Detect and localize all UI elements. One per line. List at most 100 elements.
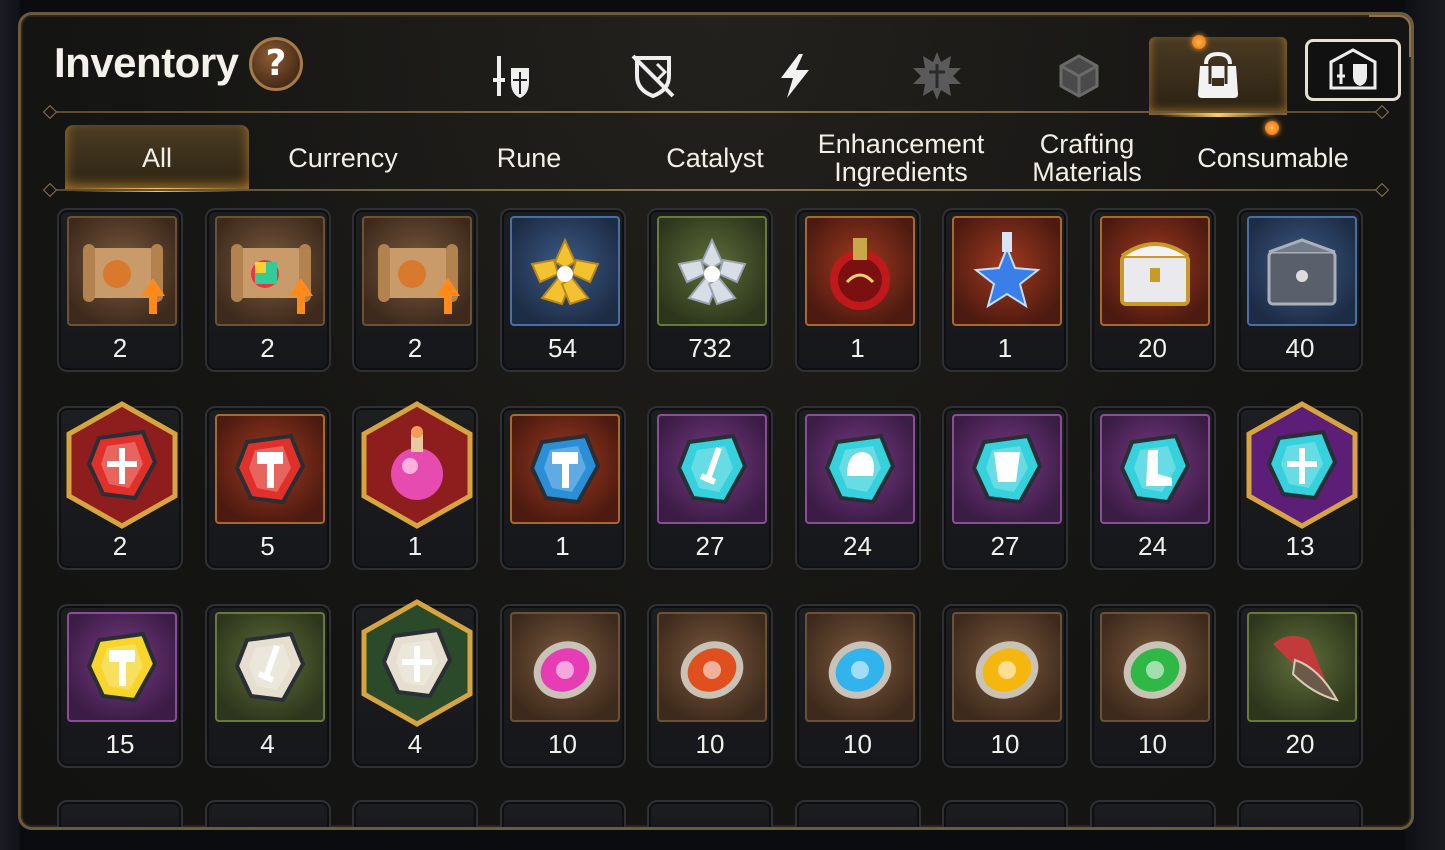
item-icon-frame: [1099, 414, 1210, 524]
yellow-orb-icon: [975, 641, 1039, 699]
item-slot[interactable]: 13: [1237, 401, 1363, 570]
item-icon-frame: [657, 414, 767, 524]
item-count: 54: [548, 333, 577, 363]
item-count: 1: [997, 333, 1013, 363]
tab-all[interactable]: All: [65, 125, 249, 192]
item-icon-frame: [804, 612, 915, 722]
pink-potion-icon: [361, 401, 473, 529]
item-slot[interactable]: 10: [1089, 604, 1216, 768]
inventory-panel: Inventory ? All Currency Rune Catalyst E…: [18, 12, 1414, 830]
item-slot[interactable]: 15: [57, 604, 183, 768]
tab-bag[interactable]: [1149, 37, 1287, 117]
item-icon-frame: [804, 414, 915, 524]
red-gem-cross-icon: [66, 401, 178, 529]
tab-currency[interactable]: Currency: [251, 125, 435, 191]
tab-enhancement-ingredients[interactable]: Enhancement Ingredients: [809, 125, 993, 191]
item-slot[interactable]: 732: [647, 208, 773, 372]
item-slot[interactable]: 1: [794, 208, 921, 372]
item-count: 10: [695, 729, 725, 759]
item-icon-frame: [356, 400, 478, 530]
tab-gear[interactable]: [451, 37, 571, 115]
help-button[interactable]: ?: [249, 37, 303, 91]
item-slot[interactable]: 4: [204, 604, 331, 768]
item-icon-frame: [952, 612, 1062, 722]
white-stone-star-icon: [361, 599, 473, 727]
item-count: 10: [843, 729, 872, 759]
tab-catalyst[interactable]: Catalyst: [623, 125, 807, 191]
spiky-emblem-icon: [913, 52, 961, 100]
item-slot-partial[interactable]: [942, 800, 1068, 827]
item-slot[interactable]: 1: [352, 401, 478, 570]
item-slot[interactable]: 10: [647, 604, 773, 768]
item-slot-partial[interactable]: [647, 800, 773, 827]
item-icon-frame: [214, 612, 325, 722]
star-potion-icon: [973, 232, 1041, 309]
item-slot[interactable]: 24: [794, 406, 921, 570]
item-icon-frame: [67, 216, 177, 326]
tab-rune[interactable]: Rune: [437, 125, 621, 191]
category-divider: [42, 182, 1390, 198]
item-count: 15: [105, 729, 135, 759]
tab-guild[interactable]: [1305, 39, 1401, 101]
item-slot-partial[interactable]: [794, 800, 921, 827]
item-icon-frame: [1247, 612, 1357, 722]
category-tab-bar: All Currency Rune Catalyst Enhancement I…: [51, 125, 1391, 192]
white-stone-sword-icon: [234, 631, 305, 703]
tab-boxes[interactable]: [1019, 37, 1139, 115]
item-slot-partial[interactable]: [1089, 800, 1216, 827]
item-slot[interactable]: 10: [499, 604, 626, 768]
item-count: 40: [1285, 333, 1315, 363]
item-slot[interactable]: 20: [1237, 604, 1363, 768]
item-slot[interactable]: 2: [57, 401, 183, 570]
item-count: 4: [260, 729, 275, 759]
item-count: 732: [688, 333, 732, 363]
item-slot[interactable]: 2: [204, 208, 331, 372]
item-slot-partial[interactable]: [352, 800, 478, 827]
cyan-stone-boot-icon: [1119, 433, 1190, 505]
item-slot[interactable]: 20: [1089, 208, 1216, 372]
item-slot[interactable]: 27: [647, 406, 773, 570]
item-slot[interactable]: 4: [352, 599, 478, 768]
item-icon-frame: [952, 216, 1062, 326]
tab-crafting-materials[interactable]: Crafting Materials: [995, 125, 1179, 191]
item-slot-partial[interactable]: [1237, 800, 1363, 827]
red-gem-hammer-icon: [234, 433, 305, 505]
cyan-stone-armor-icon: [971, 433, 1043, 505]
item-slot[interactable]: 40: [1237, 208, 1363, 372]
item-icon-frame: [1247, 216, 1357, 326]
item-count: 10: [548, 729, 577, 759]
item-icon-frame: [214, 216, 325, 326]
bag-notification-dot: [1192, 35, 1206, 49]
item-icon-frame: [356, 598, 478, 728]
treasure-chest-icon: [1119, 242, 1190, 306]
item-slot[interactable]: 2: [352, 208, 478, 372]
item-slot[interactable]: 24: [1089, 406, 1216, 570]
red-potion-icon: [829, 238, 890, 310]
scroll-rune-upgrade-icon: [378, 244, 460, 314]
item-count: 2: [112, 333, 128, 363]
consumable-notification-dot: [1265, 121, 1279, 135]
item-slot-partial[interactable]: [57, 800, 183, 827]
tab-unequipped[interactable]: [593, 37, 713, 115]
item-count: 2: [260, 333, 275, 363]
tab-spirit[interactable]: [877, 37, 997, 115]
item-slot[interactable]: 54: [499, 208, 626, 372]
item-icon-frame: [214, 414, 325, 524]
item-slot[interactable]: 1: [942, 208, 1068, 372]
item-slot[interactable]: 2: [57, 208, 183, 372]
item-count: 10: [990, 729, 1020, 759]
item-slot[interactable]: 5: [204, 406, 331, 570]
item-slot[interactable]: 10: [794, 604, 921, 768]
item-slot-partial[interactable]: [204, 800, 331, 827]
tab-artifacts[interactable]: [735, 37, 855, 115]
gold-stone-hammer-icon: [86, 631, 158, 703]
item-count: 5: [260, 531, 275, 561]
item-slot[interactable]: 10: [942, 604, 1068, 768]
item-slot-partial[interactable]: [499, 800, 626, 827]
item-count: 4: [407, 729, 423, 759]
item-slot[interactable]: 27: [942, 406, 1068, 570]
dice-box-icon: [1059, 54, 1099, 98]
item-icon-frame: [509, 414, 620, 524]
gold-crystal-flower-icon: [530, 237, 599, 306]
item-slot[interactable]: 1: [499, 406, 626, 570]
